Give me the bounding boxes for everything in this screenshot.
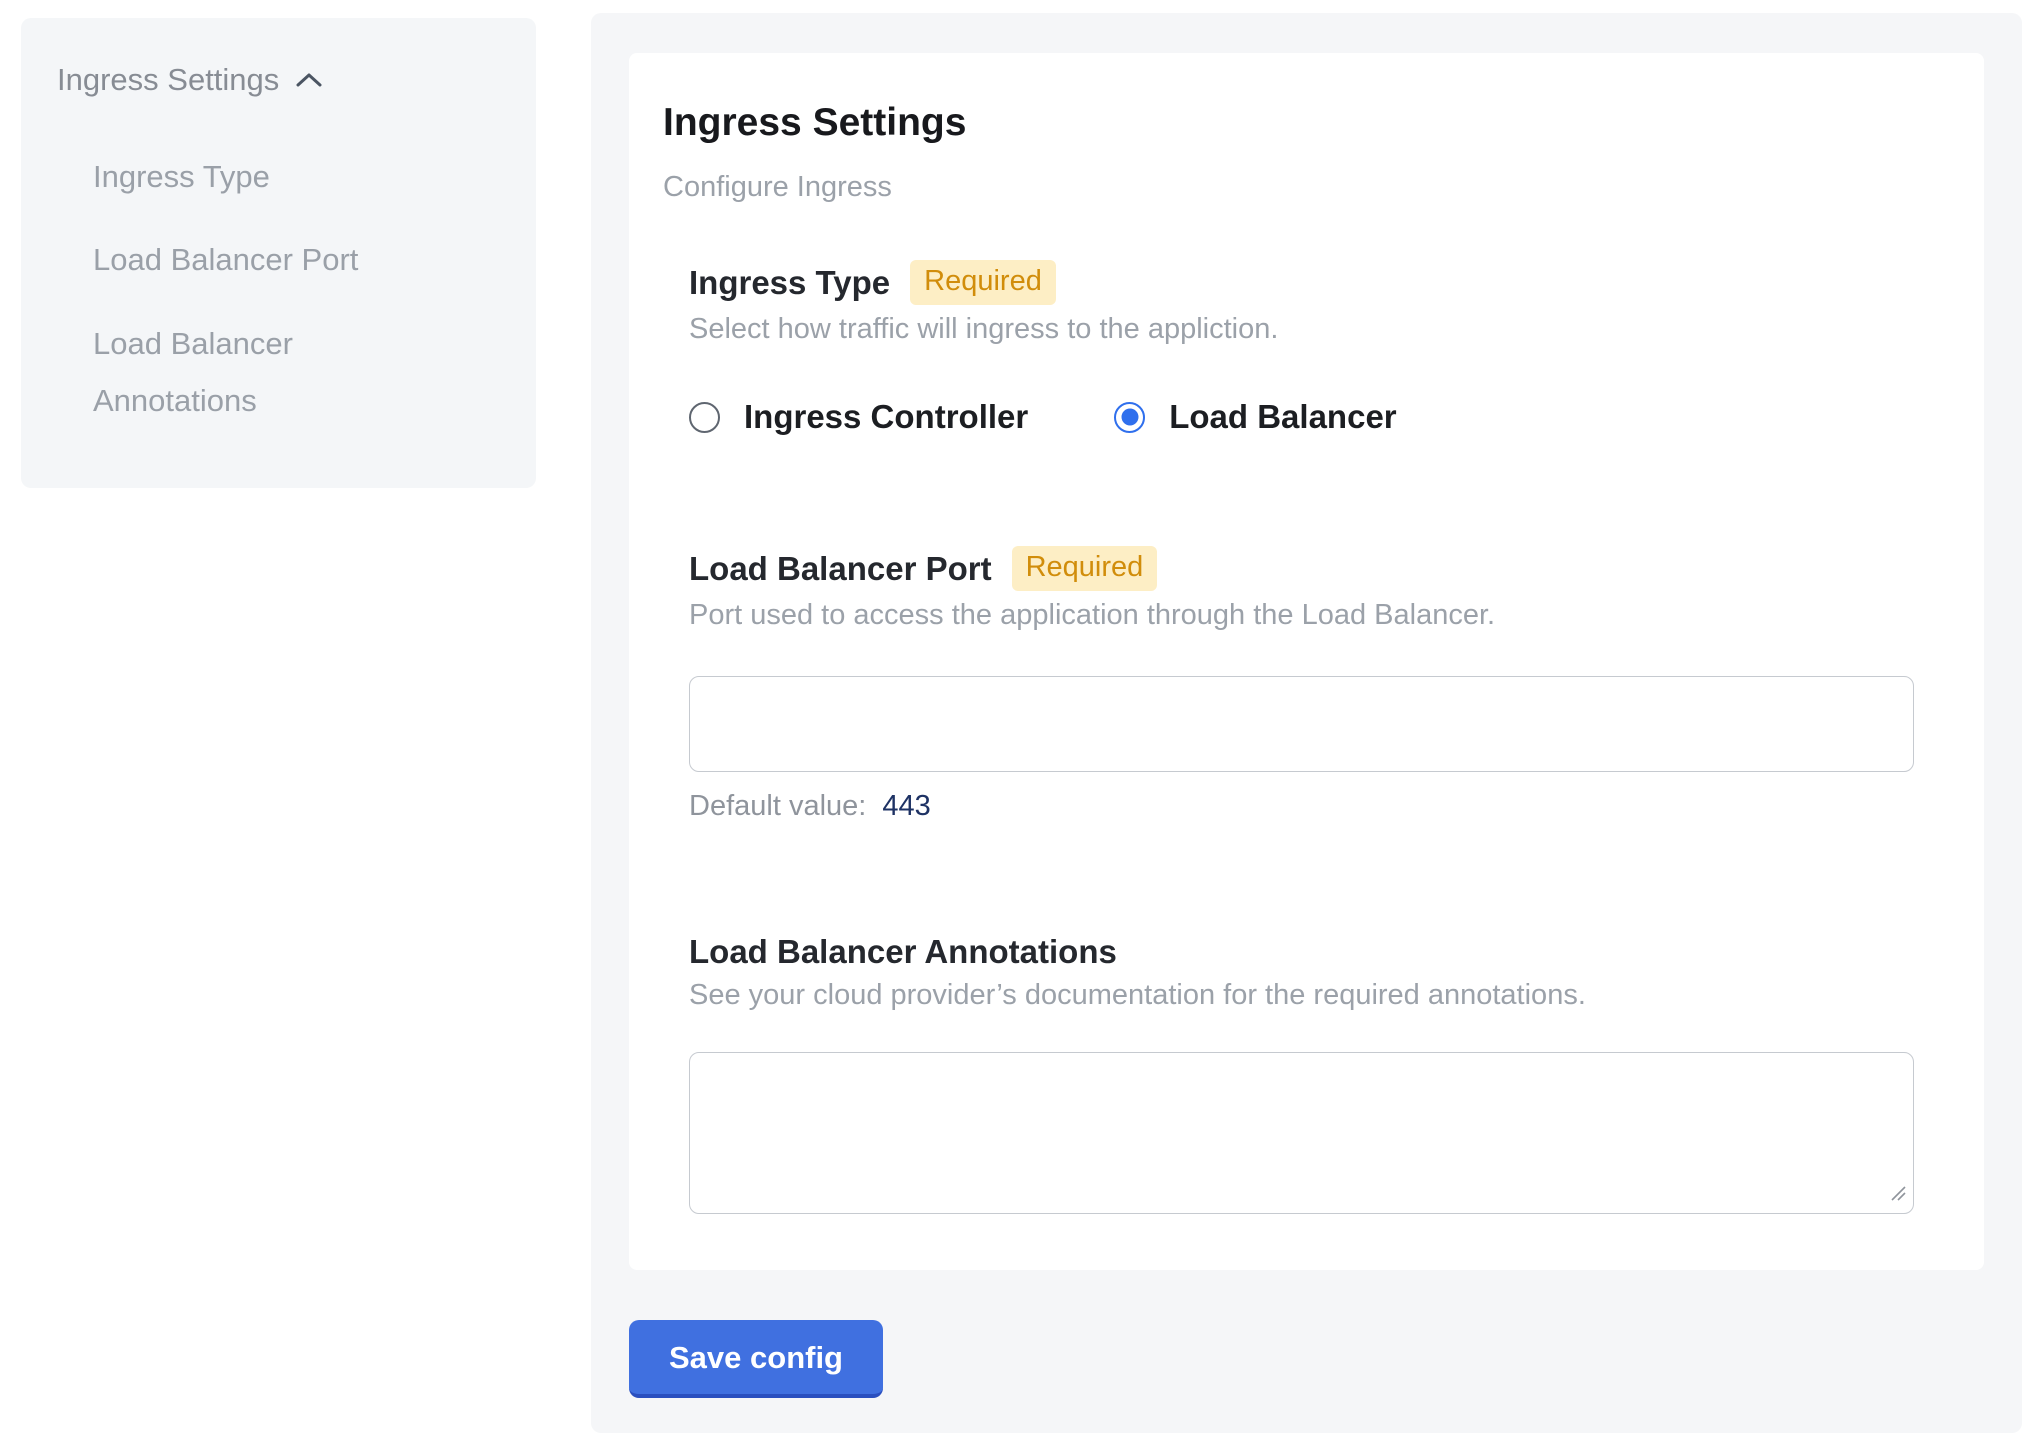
- radio-selected-icon: [1114, 402, 1145, 433]
- ingress-type-radio-group: Ingress Controller Load Balancer: [689, 398, 1938, 436]
- annotations-textarea-wrap: [689, 1052, 1914, 1214]
- save-config-button[interactable]: Save config: [629, 1320, 883, 1398]
- section-description: See your cloud provider’s documentation …: [689, 979, 1938, 1012]
- section-title-load-balancer-port: Load Balancer Port: [689, 550, 992, 588]
- section-description: Select how traffic will ingress to the a…: [689, 313, 1938, 346]
- default-value: 443: [882, 790, 930, 822]
- load-balancer-annotations-textarea[interactable]: [689, 1052, 1914, 1214]
- page-title: Ingress Settings: [663, 101, 1938, 145]
- default-value-row: Default value: 443: [689, 790, 1938, 823]
- chevron-up-icon: [295, 71, 323, 89]
- section-heading-row: Load Balancer Port Required: [689, 546, 1938, 591]
- resize-handle-icon[interactable]: [1889, 1184, 1907, 1207]
- ingress-settings-card: Ingress Settings Configure Ingress Ingre…: [629, 53, 1984, 1270]
- section-description: Port used to access the application thro…: [689, 599, 1938, 632]
- section-load-balancer-annotations: Load Balancer Annotations See your cloud…: [689, 933, 1938, 1214]
- radio-label-ingress-controller: Ingress Controller: [744, 398, 1028, 436]
- settings-nav: Ingress Settings Ingress Type Load Balan…: [21, 18, 536, 488]
- nav-items: Ingress Type Load Balancer Port Load Bal…: [93, 148, 506, 429]
- section-title-load-balancer-annotations: Load Balancer Annotations: [689, 933, 1117, 971]
- required-badge: Required: [910, 260, 1056, 305]
- nav-group-label: Ingress Settings: [57, 62, 279, 98]
- radio-option-load-balancer[interactable]: Load Balancer: [1114, 398, 1396, 436]
- radio-option-ingress-controller[interactable]: Ingress Controller: [689, 398, 1028, 436]
- nav-group-ingress-settings[interactable]: Ingress Settings: [57, 62, 506, 98]
- section-heading-row: Load Balancer Annotations: [689, 933, 1938, 971]
- required-badge: Required: [1012, 546, 1158, 591]
- default-value-label: Default value:: [689, 790, 866, 822]
- sidebar-item-load-balancer-annotations[interactable]: Load Balancer Annotations: [93, 315, 423, 430]
- sidebar-item-load-balancer-port[interactable]: Load Balancer Port: [93, 231, 423, 288]
- radio-label-load-balancer: Load Balancer: [1169, 398, 1396, 436]
- sidebar-item-ingress-type[interactable]: Ingress Type: [93, 148, 423, 205]
- page-layout: Ingress Settings Ingress Type Load Balan…: [0, 0, 2036, 1433]
- settings-panel: Ingress Settings Configure Ingress Ingre…: [591, 13, 2022, 1433]
- section-ingress-type: Ingress Type Required Select how traffic…: [689, 260, 1938, 436]
- section-heading-row: Ingress Type Required: [689, 260, 1938, 305]
- radio-unselected-icon: [689, 402, 720, 433]
- section-title-ingress-type: Ingress Type: [689, 264, 890, 302]
- load-balancer-port-input[interactable]: [689, 676, 1914, 772]
- form-sections: Ingress Type Required Select how traffic…: [689, 260, 1938, 1214]
- page-subtitle: Configure Ingress: [663, 171, 1938, 204]
- section-load-balancer-port: Load Balancer Port Required Port used to…: [689, 546, 1938, 823]
